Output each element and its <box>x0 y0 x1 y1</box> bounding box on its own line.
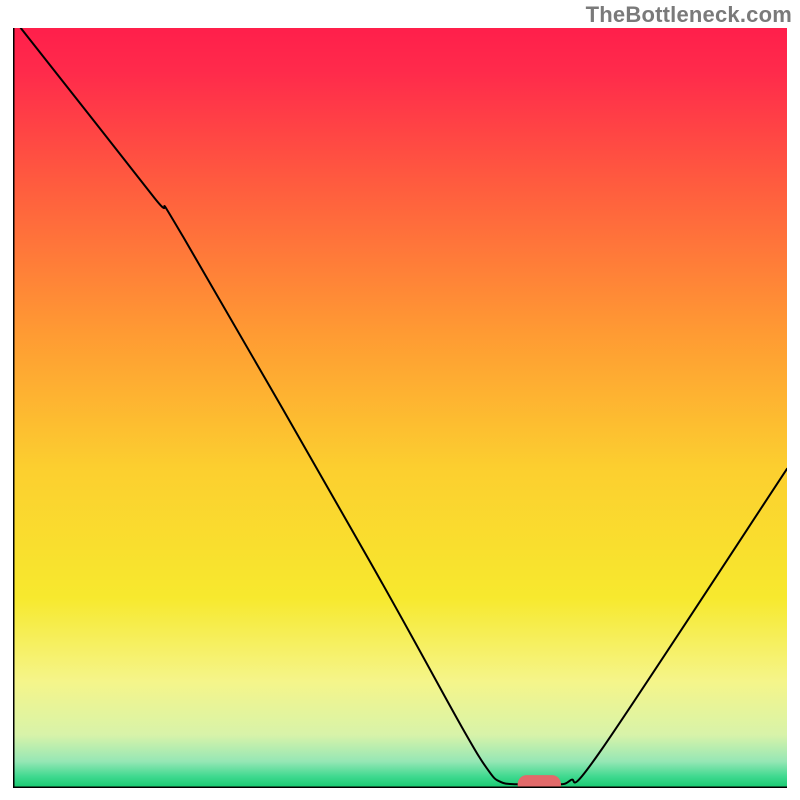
bottleneck-chart <box>13 28 787 788</box>
chart-container: TheBottleneck.com <box>0 0 800 800</box>
chart-background <box>13 28 787 788</box>
chart-svg <box>13 28 787 788</box>
optimal-marker <box>518 775 561 788</box>
watermark-text: TheBottleneck.com <box>586 2 792 28</box>
